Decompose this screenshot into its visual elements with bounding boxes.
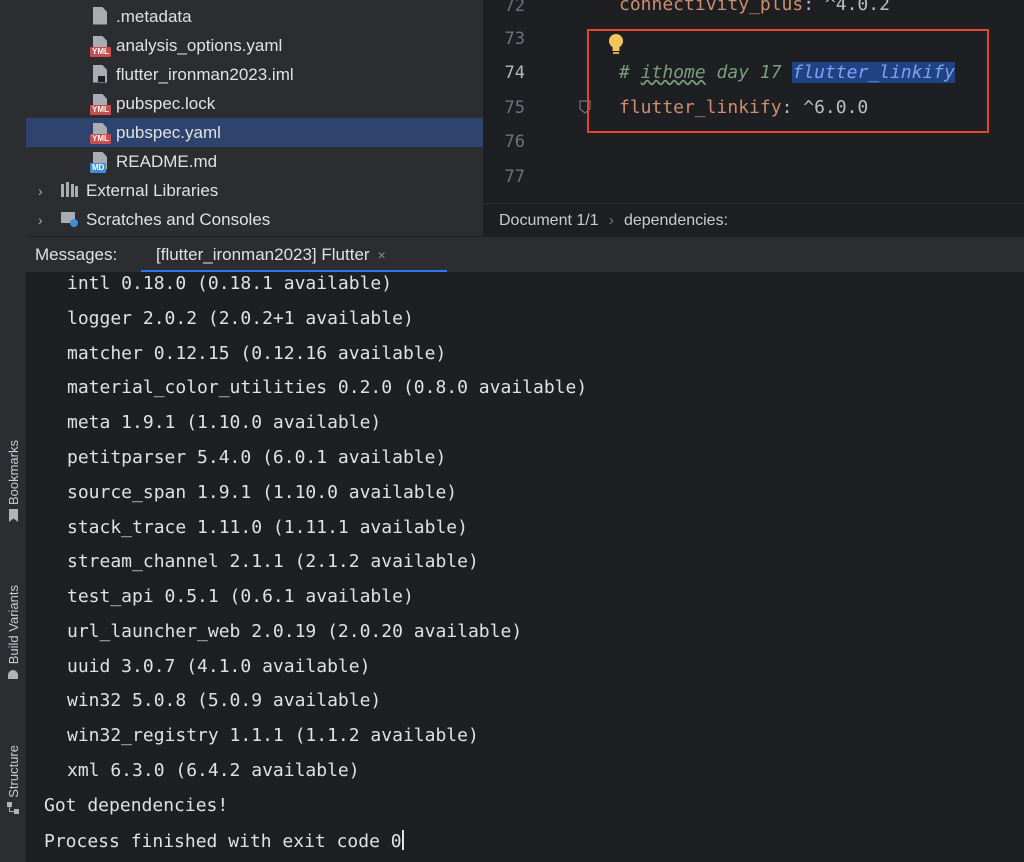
tree-item-label: External Libraries	[86, 180, 219, 200]
editor-gutter: 72 73 74 75 76 77	[483, 0, 583, 203]
line-number: 73	[504, 29, 525, 49]
tree-item-label: pubspec.yaml	[116, 122, 221, 142]
md-file-icon: MD	[90, 151, 110, 173]
code-line-72: connectivity_plus: ^4.0.2	[619, 0, 890, 15]
messages-toolbar: Messages: [flutter_ironman2023] Flutter …	[26, 236, 1024, 273]
tab-flutter-run[interactable]: [flutter_ironman2023] Flutter ×	[141, 237, 401, 273]
console-line: material_color_utilities 0.2.0 (0.8.0 av…	[67, 377, 588, 398]
console-line: petitparser 5.4.0 (6.0.1 available)	[67, 447, 447, 468]
breadcrumb-document[interactable]: Document 1/1	[499, 212, 599, 230]
tree-item-label: Scratches and Consoles	[86, 209, 271, 229]
console-output[interactable]: intl 0.18.0 (0.18.1 available) logger 2.…	[26, 272, 1024, 862]
structure-tab-label: Structure	[5, 745, 21, 798]
console-line: xml 6.3.0 (6.4.2 available)	[67, 760, 360, 781]
console-line: logger 2.0.2 (2.0.2+1 available)	[67, 308, 414, 329]
breadcrumb-separator: ›	[608, 211, 614, 229]
console-exit-line: Process finished with exit code 0	[44, 830, 404, 852]
console-line: stack_trace 1.11.0 (1.11.1 available)	[67, 517, 468, 538]
annotation-highlight-box	[587, 29, 989, 133]
tool-window-stripe: Bookmarks Build Variants Structure	[0, 0, 27, 862]
tree-item-label: pubspec.lock	[116, 93, 216, 113]
line-number: 76	[504, 132, 525, 152]
messages-label: Messages:	[35, 245, 118, 264]
console-line: meta 1.9.1 (1.10.0 available)	[67, 412, 382, 433]
tree-item-readme[interactable]: MD README.md	[26, 147, 483, 176]
bookmark-icon	[8, 509, 19, 525]
line-number: 75	[504, 98, 525, 118]
tree-item-label: .metadata	[116, 6, 192, 26]
console-line: url_launcher_web 2.0.19 (2.0.20 availabl…	[67, 621, 523, 642]
yaml-file-icon: YML	[90, 35, 111, 57]
chevron-right-icon[interactable]: ›	[38, 183, 52, 199]
line-number: 77	[504, 167, 525, 187]
console-status-line: Got dependencies!	[44, 795, 229, 816]
tree-item-pubspec-yaml[interactable]: YML pubspec.yaml	[26, 118, 483, 147]
close-icon[interactable]: ×	[378, 247, 386, 263]
console-line: intl 0.18.0 (0.18.1 available)	[67, 273, 393, 294]
text-caret	[401, 830, 404, 850]
breadcrumb: Document 1/1 › dependencies:	[483, 203, 1024, 236]
iml-file-icon	[90, 64, 110, 85]
console-line: uuid 3.0.7 (4.1.0 available)	[67, 656, 371, 677]
code-editor[interactable]: 72 73 74 75 76 77 connectivity_plus: ^4.…	[483, 0, 1024, 236]
tab-label: [flutter_ironman2023] Flutter	[156, 245, 370, 264]
console-line: test_api 0.5.1 (0.6.1 available)	[67, 586, 414, 607]
tree-item-metadata[interactable]: .metadata	[26, 2, 483, 31]
console-line: source_span 1.9.1 (1.10.0 available)	[67, 482, 458, 503]
console-line: matcher 0.12.15 (0.12.16 available)	[67, 343, 447, 364]
bookmarks-tab[interactable]: Bookmarks	[0, 440, 26, 525]
console-line: win32 5.0.8 (5.0.9 available)	[67, 690, 382, 711]
structure-icon	[7, 801, 19, 817]
tree-item-label: analysis_options.yaml	[116, 35, 283, 55]
project-tree: .metadata YML analysis_options.yaml flut…	[26, 0, 483, 236]
line-number: 74	[504, 63, 525, 83]
build-variants-tab-label: Build Variants	[5, 585, 21, 665]
chevron-right-icon[interactable]: ›	[38, 212, 52, 228]
tree-item-pubspec-lock[interactable]: YML pubspec.lock	[26, 89, 483, 118]
scratches-icon	[60, 210, 80, 230]
file-icon	[90, 6, 110, 27]
yaml-file-icon: YML	[90, 122, 111, 144]
build-variants-tab[interactable]: Build Variants	[0, 585, 26, 683]
console-line: stream_channel 2.1.1 (2.1.2 available)	[67, 551, 479, 572]
tree-item-label: flutter_ironman2023.iml	[116, 64, 294, 84]
tree-item-analysis-options[interactable]: YML analysis_options.yaml	[26, 31, 483, 60]
structure-tab[interactable]: Structure	[0, 745, 26, 817]
tree-item-scratches[interactable]: › Scratches and Consoles	[26, 205, 483, 234]
breadcrumb-node[interactable]: dependencies:	[624, 212, 728, 230]
library-icon	[60, 181, 80, 201]
tree-item-iml[interactable]: flutter_ironman2023.iml	[26, 60, 483, 89]
line-number: 72	[504, 0, 525, 16]
yaml-file-icon: YML	[90, 93, 111, 115]
console-line: win32_registry 1.1.1 (1.1.2 available)	[67, 725, 479, 746]
bookmarks-tab-label: Bookmarks	[5, 440, 21, 506]
tree-item-label: README.md	[116, 151, 218, 171]
android-icon	[7, 668, 19, 683]
tree-item-external-libraries[interactable]: › External Libraries	[26, 176, 483, 205]
